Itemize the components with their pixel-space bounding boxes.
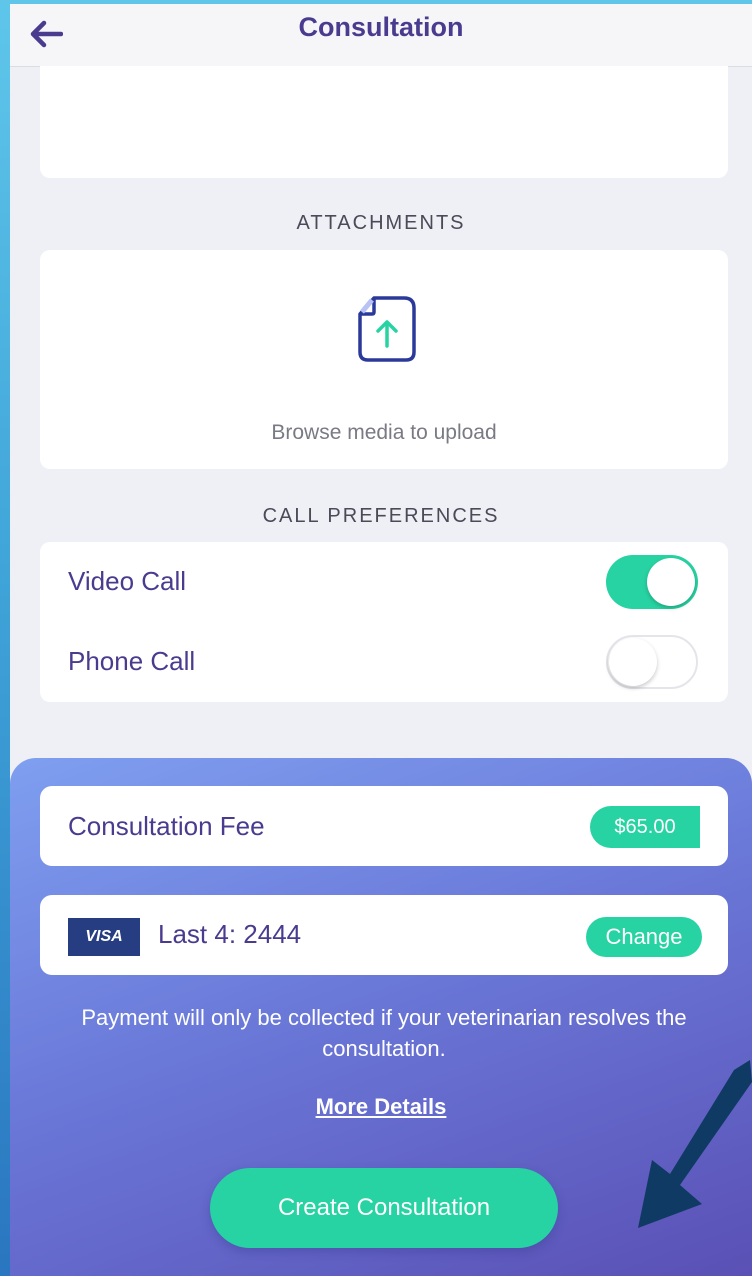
phone-call-row: Phone Call [40,622,728,700]
call-preferences-card: Video Call Phone Call [40,542,728,702]
video-call-label: Video Call [68,566,187,596]
video-call-toggle[interactable] [606,555,698,609]
fee-amount-badge: $65.00 [590,806,700,848]
call-preferences-heading: CALL PREFERENCES [262,505,500,527]
payment-notice: Payment will only be collected if your v… [81,1005,687,1061]
attachment-upload-area[interactable]: Browse media to upload [40,250,728,469]
card-last4: Last 4: 2444 [158,919,302,949]
notes-card[interactable] [40,66,728,178]
video-call-row: Video Call [40,542,728,620]
upload-label: Browse media to upload [271,421,497,444]
more-details-link[interactable]: More Details [10,1094,752,1120]
phone-screen: Consultation ATTACHMENTS Browse media to… [10,4,752,1276]
payment-panel: Consultation Fee $65.00 VISA Last 4: 244… [10,758,752,1276]
phone-call-toggle[interactable] [606,635,698,689]
consultation-fee-card: Consultation Fee $65.00 [40,786,728,866]
visa-logo: VISA [68,918,140,956]
payment-method-card: VISA Last 4: 2444 Change [40,895,728,975]
file-upload-icon [358,296,416,362]
fee-label: Consultation Fee [68,811,265,841]
toggle-knob [609,638,657,686]
toggle-knob [647,558,695,606]
create-consultation-button[interactable]: Create Consultation [210,1168,558,1248]
phone-call-label: Phone Call [68,646,196,676]
page-title: Consultation [298,12,464,42]
navigation-bar: Consultation [10,4,752,67]
attachments-heading: ATTACHMENTS [296,212,466,234]
change-card-button[interactable]: Change [586,917,702,957]
